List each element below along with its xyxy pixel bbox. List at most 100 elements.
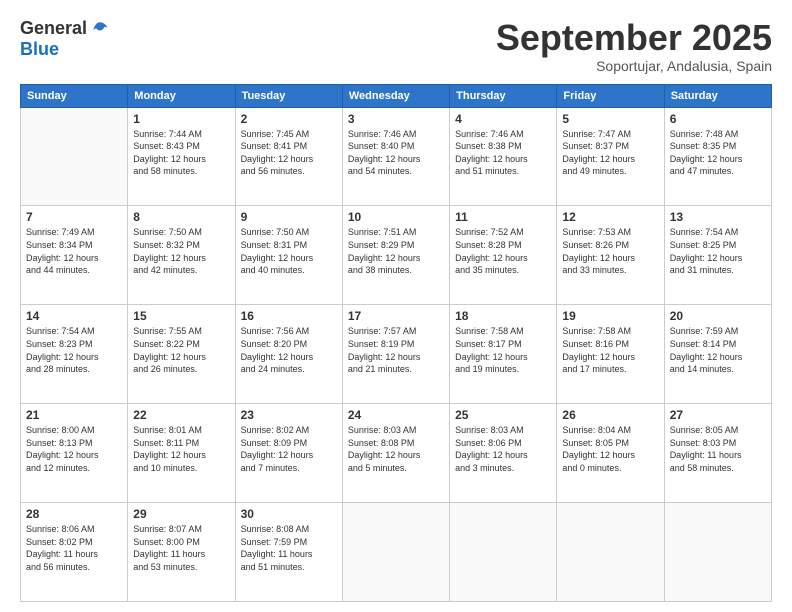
calendar-week-4: 21 Sunrise: 8:00 AM Sunset: 8:13 PM Dayli… — [21, 404, 772, 503]
cell-content: Sunrise: 7:47 AM Sunset: 8:37 PM Dayligh… — [562, 128, 658, 178]
calendar-cell: 2 Sunrise: 7:45 AM Sunset: 8:41 PM Daylig… — [235, 107, 342, 206]
calendar-table: Sunday Monday Tuesday Wednesday Thursday… — [20, 84, 772, 602]
day-number: 21 — [26, 408, 122, 422]
cell-content: Sunrise: 7:45 AM Sunset: 8:41 PM Dayligh… — [241, 128, 337, 178]
calendar-cell — [21, 107, 128, 206]
calendar-cell: 25Sunrise: 8:03 AM Sunset: 8:06 PM Dayli… — [450, 404, 557, 503]
calendar-cell: 27Sunrise: 8:05 AM Sunset: 8:03 PM Dayli… — [664, 404, 771, 503]
day-number: 20 — [670, 309, 766, 323]
cell-content: Sunrise: 7:50 AM Sunset: 8:31 PM Dayligh… — [241, 226, 337, 276]
calendar-cell: 11 Sunrise: 7:52 AM Sunset: 8:28 PM Dayli… — [450, 206, 557, 305]
calendar-cell — [450, 503, 557, 602]
calendar-week-1: 1 Sunrise: 7:44 AM Sunset: 8:43 PM Daylig… — [21, 107, 772, 206]
calendar-cell: 16 Sunrise: 7:56 AM Sunset: 8:20 PM Dayli… — [235, 305, 342, 404]
day-number: 24 — [348, 408, 444, 422]
cell-content: Sunrise: 8:07 AM Sunset: 8:00 PM Dayligh… — [133, 523, 229, 573]
col-sunday: Sunday — [21, 84, 128, 107]
day-number: 27 — [670, 408, 766, 422]
calendar-cell: 20 Sunrise: 7:59 AM Sunset: 8:14 PM Dayli… — [664, 305, 771, 404]
cell-content: Sunrise: 7:55 AM Sunset: 8:22 PM Dayligh… — [133, 325, 229, 375]
day-number: 2 — [241, 112, 337, 126]
cell-content: Sunrise: 7:57 AM Sunset: 8:19 PM Dayligh… — [348, 325, 444, 375]
day-number: 7 — [26, 210, 122, 224]
calendar-cell: 1 Sunrise: 7:44 AM Sunset: 8:43 PM Daylig… — [128, 107, 235, 206]
cell-content: Sunrise: 7:58 AM Sunset: 8:17 PM Dayligh… — [455, 325, 551, 375]
cell-content: Sunrise: 7:53 AM Sunset: 8:26 PM Dayligh… — [562, 226, 658, 276]
cell-content: Sunrise: 7:52 AM Sunset: 8:28 PM Dayligh… — [455, 226, 551, 276]
cell-content: Sunrise: 7:48 AM Sunset: 8:35 PM Dayligh… — [670, 128, 766, 178]
calendar-cell: 23Sunrise: 8:02 AM Sunset: 8:09 PM Dayli… — [235, 404, 342, 503]
calendar-cell: 17 Sunrise: 7:57 AM Sunset: 8:19 PM Dayli… — [342, 305, 449, 404]
day-number: 6 — [670, 112, 766, 126]
cell-content: Sunrise: 8:02 AM Sunset: 8:09 PM Dayligh… — [241, 424, 337, 474]
cell-content: Sunrise: 7:50 AM Sunset: 8:32 PM Dayligh… — [133, 226, 229, 276]
cell-content: Sunrise: 7:58 AM Sunset: 8:16 PM Dayligh… — [562, 325, 658, 375]
calendar-week-5: 28 Sunrise: 8:06 AM Sunset: 8:02 PM Dayli… — [21, 503, 772, 602]
cell-content: Sunrise: 7:54 AM Sunset: 8:23 PM Dayligh… — [26, 325, 122, 375]
day-number: 26 — [562, 408, 658, 422]
col-monday: Monday — [128, 84, 235, 107]
day-number: 8 — [133, 210, 229, 224]
cell-content: Sunrise: 7:46 AM Sunset: 8:40 PM Dayligh… — [348, 128, 444, 178]
calendar-week-2: 7 Sunrise: 7:49 AM Sunset: 8:34 PM Daylig… — [21, 206, 772, 305]
calendar-cell — [664, 503, 771, 602]
calendar-cell: 3Sunrise: 7:46 AM Sunset: 8:40 PM Daylig… — [342, 107, 449, 206]
calendar-cell: 4 Sunrise: 7:46 AM Sunset: 8:38 PM Daylig… — [450, 107, 557, 206]
day-number: 17 — [348, 309, 444, 323]
calendar-cell: 12 Sunrise: 7:53 AM Sunset: 8:26 PM Dayli… — [557, 206, 664, 305]
calendar-cell: 21 Sunrise: 8:00 AM Sunset: 8:13 PM Dayli… — [21, 404, 128, 503]
calendar-cell: 10 Sunrise: 7:51 AM Sunset: 8:29 PM Dayli… — [342, 206, 449, 305]
cell-content: Sunrise: 8:08 AM Sunset: 7:59 PM Dayligh… — [241, 523, 337, 573]
cell-content: Sunrise: 7:54 AM Sunset: 8:25 PM Dayligh… — [670, 226, 766, 276]
cell-content: Sunrise: 8:06 AM Sunset: 8:02 PM Dayligh… — [26, 523, 122, 573]
calendar-cell: 18 Sunrise: 7:58 AM Sunset: 8:17 PM Dayli… — [450, 305, 557, 404]
col-friday: Friday — [557, 84, 664, 107]
title-block: September 2025 Soportujar, Andalusia, Sp… — [496, 18, 772, 74]
calendar-cell: 19Sunrise: 7:58 AM Sunset: 8:16 PM Dayli… — [557, 305, 664, 404]
calendar-header-row: Sunday Monday Tuesday Wednesday Thursday… — [21, 84, 772, 107]
cell-content: Sunrise: 7:59 AM Sunset: 8:14 PM Dayligh… — [670, 325, 766, 375]
cell-content: Sunrise: 7:46 AM Sunset: 8:38 PM Dayligh… — [455, 128, 551, 178]
day-number: 28 — [26, 507, 122, 521]
day-number: 22 — [133, 408, 229, 422]
calendar-cell: 7 Sunrise: 7:49 AM Sunset: 8:34 PM Daylig… — [21, 206, 128, 305]
month-title: September 2025 — [496, 18, 772, 58]
calendar-cell: 6 Sunrise: 7:48 AM Sunset: 8:35 PM Daylig… — [664, 107, 771, 206]
cell-content: Sunrise: 8:00 AM Sunset: 8:13 PM Dayligh… — [26, 424, 122, 474]
day-number: 16 — [241, 309, 337, 323]
day-number: 5 — [562, 112, 658, 126]
cell-content: Sunrise: 7:56 AM Sunset: 8:20 PM Dayligh… — [241, 325, 337, 375]
col-thursday: Thursday — [450, 84, 557, 107]
logo: General Blue — [20, 18, 109, 60]
day-number: 12 — [562, 210, 658, 224]
calendar-cell: 15 Sunrise: 7:55 AM Sunset: 8:22 PM Dayli… — [128, 305, 235, 404]
calendar-cell: 24 Sunrise: 8:03 AM Sunset: 8:08 PM Dayli… — [342, 404, 449, 503]
cell-content: Sunrise: 7:49 AM Sunset: 8:34 PM Dayligh… — [26, 226, 122, 276]
day-number: 18 — [455, 309, 551, 323]
day-number: 29 — [133, 507, 229, 521]
logo-bird-icon — [91, 20, 109, 38]
cell-content: Sunrise: 7:51 AM Sunset: 8:29 PM Dayligh… — [348, 226, 444, 276]
day-number: 10 — [348, 210, 444, 224]
cell-content: Sunrise: 8:04 AM Sunset: 8:05 PM Dayligh… — [562, 424, 658, 474]
cell-content: Sunrise: 7:44 AM Sunset: 8:43 PM Dayligh… — [133, 128, 229, 178]
calendar-cell — [557, 503, 664, 602]
day-number: 4 — [455, 112, 551, 126]
cell-content: Sunrise: 8:01 AM Sunset: 8:11 PM Dayligh… — [133, 424, 229, 474]
calendar-cell: 13 Sunrise: 7:54 AM Sunset: 8:25 PM Dayli… — [664, 206, 771, 305]
day-number: 13 — [670, 210, 766, 224]
calendar-cell — [342, 503, 449, 602]
calendar-cell: 30Sunrise: 8:08 AM Sunset: 7:59 PM Dayli… — [235, 503, 342, 602]
cell-content: Sunrise: 8:03 AM Sunset: 8:08 PM Dayligh… — [348, 424, 444, 474]
calendar-cell: 22 Sunrise: 8:01 AM Sunset: 8:11 PM Dayli… — [128, 404, 235, 503]
cell-content: Sunrise: 8:03 AM Sunset: 8:06 PM Dayligh… — [455, 424, 551, 474]
day-number: 15 — [133, 309, 229, 323]
calendar-cell: 9Sunrise: 7:50 AM Sunset: 8:31 PM Daylig… — [235, 206, 342, 305]
header: General Blue September 2025 Soportujar, … — [20, 18, 772, 74]
page: General Blue September 2025 Soportujar, … — [0, 0, 792, 612]
calendar-week-3: 14Sunrise: 7:54 AM Sunset: 8:23 PM Dayli… — [21, 305, 772, 404]
day-number: 11 — [455, 210, 551, 224]
calendar-cell: 28 Sunrise: 8:06 AM Sunset: 8:02 PM Dayli… — [21, 503, 128, 602]
day-number: 1 — [133, 112, 229, 126]
location-subtitle: Soportujar, Andalusia, Spain — [496, 58, 772, 74]
